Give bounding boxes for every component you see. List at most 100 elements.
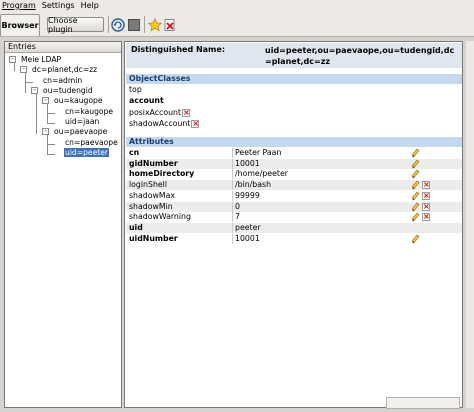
column-divider (232, 180, 233, 191)
tab-browser[interactable]: Browser (0, 14, 40, 36)
column-divider (232, 201, 233, 212)
attribute-name: shadowMax (129, 190, 175, 200)
attribute-name: loginShell (129, 180, 168, 190)
toolbar: Browser Choose plugin (0, 11, 474, 37)
dn-label: Distinguished Name: (131, 45, 226, 54)
edit-attribute-icon[interactable] (411, 202, 420, 212)
dn-header: Distinguished Name: uid=peeter,ou=paevao… (126, 43, 462, 68)
edit-attribute-icon[interactable] (411, 148, 420, 158)
attribute-row: cn Peeter Paan (126, 148, 462, 158)
delete-attribute-icon[interactable]: × (422, 191, 430, 200)
objectclass-row: shadowAccount × (129, 119, 200, 129)
objectclasses-header: ObjectClasses (126, 74, 462, 84)
collapse-icon[interactable]: - (31, 87, 38, 94)
tree-node-uid-jaan[interactable]: uid=jaan (64, 117, 100, 127)
attributes-header-label: Attributes (129, 137, 174, 146)
attribute-name: uid (129, 222, 143, 232)
dn-value: uid=peeter,ou=paevaope,ou=tudengid,dc=pl… (265, 46, 455, 66)
edit-attribute-icon[interactable] (411, 180, 420, 190)
column-divider (232, 169, 233, 180)
tree-node-label: ou=kaugope (54, 96, 103, 105)
choose-plugin-label: Choose plugin (48, 15, 78, 34)
refresh-icon[interactable] (111, 18, 125, 32)
objectclass-name: account (129, 96, 164, 105)
edit-attribute-icon[interactable] (411, 169, 420, 179)
attribute-row: loginShell/bin/bash × (126, 180, 462, 191)
entries-tree-panel: Entries - Meie LDAP - dc=planet,dc=zz cn… (4, 41, 122, 408)
status-bar (386, 397, 460, 409)
attribute-value[interactable]: 7 (235, 212, 240, 222)
tree-connector (36, 93, 37, 134)
delete-objectclass-icon[interactable]: × (191, 120, 200, 128)
objectclasses-header-label: ObjectClasses (129, 74, 191, 83)
attribute-value[interactable]: /bin/bash (235, 180, 271, 190)
menu-help-label: Help (80, 0, 99, 10)
tree-node-uid-peeter[interactable]: uid=peeter (64, 148, 110, 158)
column-divider (232, 212, 233, 223)
menu-help[interactable]: Help (79, 1, 103, 11)
remove-bookmark-icon[interactable] (163, 18, 177, 32)
attribute-value[interactable]: 0 (235, 202, 240, 212)
edit-attribute-icon[interactable] (411, 212, 420, 222)
tree-node-cn-admin[interactable]: cn=admin (42, 76, 83, 86)
objectclass-row: account (129, 96, 164, 106)
column-divider (232, 222, 233, 233)
menu-program[interactable]: Program (0, 1, 40, 11)
collapse-icon[interactable]: - (42, 97, 49, 104)
attribute-value[interactable]: 10001 (235, 159, 260, 169)
attribute-value[interactable]: Peeter Paan (235, 148, 281, 158)
tree-node-label: cn=kaugope (65, 107, 114, 116)
attribute-value[interactable]: /home/peeter (235, 169, 288, 179)
collapse-icon[interactable]: - (9, 56, 16, 63)
toolbar-separator (108, 16, 109, 33)
tree-connector (47, 123, 55, 124)
menu-program-label: Program (2, 0, 36, 10)
stop-icon[interactable] (127, 18, 141, 32)
tree-connector (47, 154, 55, 155)
attribute-row: homeDirectory/home/peeter (126, 169, 462, 180)
menu-settings-label: Settings (41, 0, 75, 10)
tree-node-label: dc=planet,dc=zz (32, 65, 98, 74)
attribute-name: uidNumber (129, 233, 178, 243)
delete-attribute-icon[interactable]: × (422, 202, 430, 211)
tree-connector (25, 82, 33, 83)
attribute-value[interactable]: 99999 (235, 191, 260, 201)
tree-connector (47, 113, 55, 114)
column-divider (232, 233, 233, 244)
attribute-row: shadowMin 0 × (126, 201, 462, 212)
edit-attribute-icon[interactable] (411, 234, 420, 244)
attribute-row: gidNumber 10001 (126, 158, 462, 169)
tree-node-label: uid=jaan (65, 117, 100, 126)
tree-connector (14, 62, 15, 71)
tree-node-cn-kaugope[interactable]: cn=kaugope (64, 107, 114, 117)
objectclass-row: posixAccount × (129, 108, 191, 118)
objectclass-name: shadowAccount (129, 119, 191, 128)
tree-node-label: cn=paevaope (65, 138, 118, 147)
edit-attribute-icon[interactable] (411, 159, 420, 169)
menu-settings[interactable]: Settings (40, 1, 79, 11)
column-divider (232, 190, 233, 201)
tree-node-label: ou=tudengid (43, 86, 93, 95)
toolbar-separator (144, 16, 145, 33)
attribute-value[interactable]: peeter (235, 223, 261, 233)
window-edge (466, 41, 474, 408)
attribute-name: cn (129, 148, 140, 157)
entries-header-label: Entries (8, 42, 36, 51)
attribute-name: shadowMin (129, 201, 173, 211)
bookmark-star-icon[interactable] (148, 18, 162, 32)
delete-attribute-icon[interactable]: × (422, 213, 430, 222)
column-divider (232, 148, 233, 158)
edit-attribute-icon[interactable] (411, 191, 420, 201)
attribute-name: shadowWarning (129, 212, 191, 222)
choose-plugin-button[interactable]: Choose plugin (47, 15, 104, 34)
delete-attribute-icon[interactable]: × (422, 181, 430, 190)
objectclass-name: top (129, 85, 142, 94)
attribute-row: uid peeter (126, 222, 462, 233)
objectclass-row: top (129, 85, 142, 95)
tree-node-cn-paevaope[interactable]: cn=paevaope (64, 138, 119, 148)
delete-objectclass-icon[interactable]: × (182, 109, 191, 117)
objectclass-name: posixAccount (129, 108, 182, 117)
collapse-icon[interactable]: - (20, 66, 27, 73)
attribute-value[interactable]: 10001 (235, 234, 260, 244)
collapse-icon[interactable]: - (42, 128, 49, 135)
